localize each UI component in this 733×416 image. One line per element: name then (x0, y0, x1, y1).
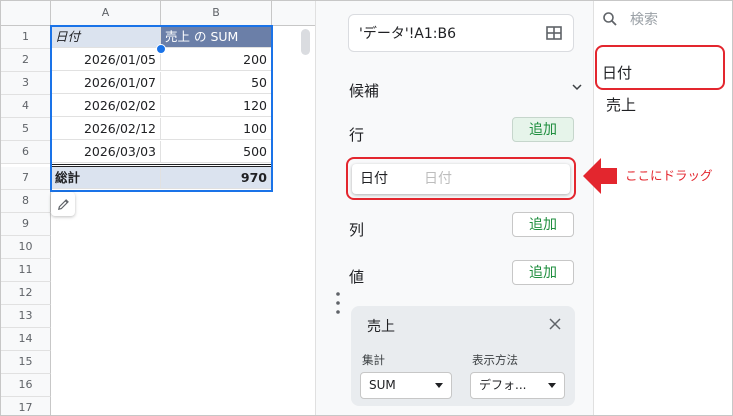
row-header[interactable]: 17 (1, 397, 51, 415)
field-search[interactable]: 検索 (602, 9, 658, 29)
row-header[interactable]: 6 (1, 141, 51, 164)
app-frame: A B 1 2 3 4 5 6 7 8 9 10 11 12 13 14 15 … (0, 0, 733, 416)
row-header[interactable]: 16 (1, 374, 51, 397)
cell-a3[interactable]: 2026/01/07 (51, 72, 161, 94)
rows-label: 行 (349, 126, 365, 144)
show-as-value: デフォ... (479, 378, 527, 392)
row-header[interactable]: 11 (1, 259, 51, 282)
summarize-by-select[interactable]: SUM (360, 372, 452, 399)
data-range-text: 'データ'!A1:B6 (359, 26, 457, 42)
summarize-by-value: SUM (369, 378, 396, 392)
search-icon (603, 12, 617, 26)
cell-a7-total-label[interactable]: 総計 (51, 167, 161, 189)
dragging-field-ghost: 日付 (424, 171, 452, 187)
left-arrow-icon (583, 158, 617, 194)
cell-b2[interactable]: 200 (161, 49, 272, 71)
add-row-button[interactable]: 追加 (512, 117, 574, 142)
show-as-label: 表示方法 (472, 353, 518, 367)
row-header[interactable]: 10 (1, 236, 51, 259)
row-header[interactable]: 9 (1, 213, 51, 236)
cell-a2[interactable]: 2026/01/05 (51, 49, 161, 71)
vertical-scrollbar[interactable] (301, 29, 310, 55)
value-field-card: 売上 集計 表示方法 SUM デフォ... (351, 306, 575, 406)
pencil-icon (57, 198, 69, 210)
field-item-date[interactable]: 日付 (602, 62, 632, 83)
field-item-sales[interactable]: 売上 (606, 94, 636, 115)
selection-fill-handle[interactable] (156, 44, 166, 54)
row-header[interactable]: 13 (1, 305, 51, 328)
row-header[interactable]: 12 (1, 282, 51, 305)
row-header[interactable]: 2 (1, 49, 51, 72)
cell-a1[interactable]: 日付 (51, 26, 161, 48)
cell-b7-total-value[interactable]: 970 (161, 167, 272, 189)
cell-b6[interactable]: 500 (161, 141, 272, 163)
cell-b4[interactable]: 120 (161, 95, 272, 117)
dragging-field-chip[interactable]: 日付 日付 (352, 164, 570, 194)
select-all-corner[interactable] (1, 1, 51, 26)
dropdown-caret-icon (435, 383, 443, 388)
row-header[interactable]: 4 (1, 95, 51, 118)
suggestions-label: 候補 (349, 82, 380, 100)
pivot-editor-panel: 'データ'!A1:B6 候補 行 追加 日付 日付 列 追加 値 追加 売上 集… (315, 1, 594, 415)
row-header[interactable]: 3 (1, 72, 51, 95)
close-icon[interactable] (549, 318, 561, 330)
column-header-a[interactable]: A (51, 1, 161, 26)
add-column-button[interactable]: 追加 (512, 212, 574, 237)
data-range-field[interactable]: 'データ'!A1:B6 (348, 14, 574, 52)
dropdown-caret-icon (548, 383, 556, 388)
cell-b1[interactable]: 売上 の SUM (161, 26, 272, 48)
column-header-b[interactable]: B (161, 1, 272, 26)
select-range-grid-icon[interactable] (545, 24, 563, 42)
empty-column-area[interactable] (272, 26, 315, 415)
summarize-by-label: 集計 (362, 353, 385, 367)
row-header[interactable]: 8 (1, 190, 51, 213)
row-header[interactable]: 1 (1, 26, 51, 49)
spreadsheet-grid: A B 1 2 3 4 5 6 7 8 9 10 11 12 13 14 15 … (1, 1, 315, 415)
columns-label: 列 (349, 221, 365, 239)
panel-resize-handle-icon[interactable] (336, 291, 340, 317)
column-header-empty (272, 1, 315, 26)
drag-here-annotation: ここにドラッグ (625, 168, 713, 183)
row-header[interactable]: 15 (1, 351, 51, 374)
chevron-down-icon[interactable] (571, 81, 583, 93)
add-value-button[interactable]: 追加 (512, 260, 574, 285)
cell-b3[interactable]: 50 (161, 72, 272, 94)
cell-a5[interactable]: 2026/02/12 (51, 118, 161, 140)
edit-pencil-button[interactable] (51, 192, 75, 216)
row-header[interactable]: 14 (1, 328, 51, 351)
cell-a6[interactable]: 2026/03/03 (51, 141, 161, 163)
cell-b5[interactable]: 100 (161, 118, 272, 140)
show-as-select[interactable]: デフォ... (470, 372, 565, 399)
dragging-field-label: 日付 (360, 171, 388, 187)
row-header[interactable]: 5 (1, 118, 51, 141)
field-search-placeholder: 検索 (630, 12, 658, 28)
cell-a4[interactable]: 2026/02/02 (51, 95, 161, 117)
values-label: 値 (349, 268, 365, 286)
field-list-panel: 検索 日付 売上 (593, 1, 732, 415)
value-field-title: 売上 (367, 319, 395, 335)
row-header[interactable]: 7 (1, 167, 51, 190)
